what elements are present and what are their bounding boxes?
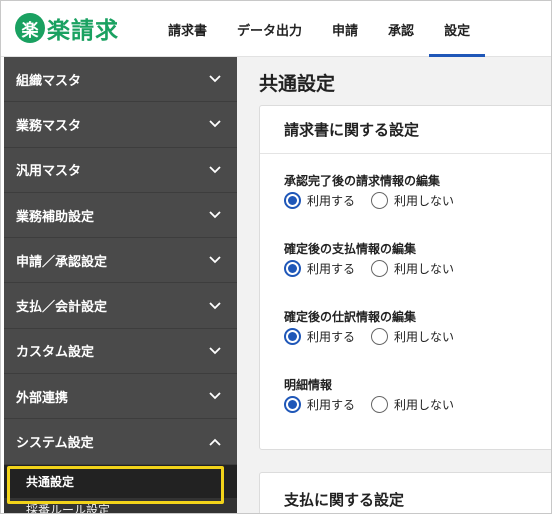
chevron-down-icon	[207, 162, 223, 178]
radio-label: 利用しない	[394, 398, 455, 412]
payment-settings-card: 支払に関する設定	[259, 472, 551, 513]
top-header: 楽 楽請求 請求書 データ出力 申請 承認 設定	[1, 1, 551, 57]
radio-group: 利用する 利用しない	[284, 396, 470, 413]
sidebar-item-business-master[interactable]: 業務マスタ	[4, 102, 237, 148]
sidebar-item-label: カスタム設定	[16, 345, 95, 361]
chevron-down-icon	[207, 343, 223, 359]
sidebar-item-label: 業務マスタ	[16, 118, 82, 134]
nav-application[interactable]: 申請	[317, 1, 373, 57]
nav-data-export[interactable]: データ出力	[222, 1, 317, 57]
setting-label: 明細情報	[284, 378, 333, 392]
setting-label: 確定後の支払情報の編集	[284, 242, 417, 256]
radio-unselected-icon	[371, 328, 389, 345]
radio-not-use[interactable]: 利用しない	[371, 328, 454, 345]
logo-text: 楽請求	[47, 18, 119, 44]
sidebar-item-label: 申請／承認設定	[16, 254, 108, 270]
sidebar-item-org-master[interactable]: 組織マスタ	[4, 57, 237, 103]
sidebar-item-application-approval[interactable]: 申請／承認設定	[4, 238, 237, 284]
chevron-down-icon	[207, 298, 223, 314]
sidebar-item-general-master[interactable]: 汎用マスタ	[4, 148, 237, 193]
sidebar-item-label: システム設定	[16, 436, 94, 452]
setting-edit-after-approval: 承認完了後の請求情報の編集 利用する 利用しない	[284, 172, 470, 209]
sidebar-item-external-integration[interactable]: 外部連携	[4, 374, 237, 420]
setting-label: 確定後の仕訳情報の編集	[284, 310, 417, 324]
radio-unselected-icon	[371, 192, 389, 209]
radio-label: 利用しない	[394, 194, 455, 208]
radio-label: 利用する	[307, 398, 356, 412]
app-logo[interactable]: 楽 楽請求	[15, 12, 119, 44]
radio-not-use[interactable]: 利用しない	[371, 192, 454, 209]
sidebar-item-label: 業務補助設定	[16, 209, 95, 225]
setting-edit-payment-after-confirm: 確定後の支払情報の編集 利用する 利用しない	[284, 240, 470, 277]
radio-not-use[interactable]: 利用しない	[371, 396, 454, 413]
setting-line-item-info: 明細情報 利用する 利用しない	[284, 376, 470, 413]
setting-edit-journal-after-confirm: 確定後の仕訳情報の編集 利用する 利用しない	[284, 308, 470, 345]
sidebar-subitem-common-settings[interactable]: 共通設定	[4, 464, 237, 504]
radio-selected-icon	[284, 192, 301, 209]
radio-use[interactable]: 利用する	[284, 192, 355, 209]
radio-group: 利用する 利用しない	[284, 192, 470, 209]
radio-use[interactable]: 利用する	[284, 396, 355, 413]
radio-label: 利用する	[307, 262, 356, 276]
logo-mark-icon: 楽	[15, 13, 45, 43]
sidebar-subitem-label: 共通設定	[26, 474, 75, 489]
radio-label: 利用する	[307, 194, 356, 208]
chevron-up-icon	[207, 434, 223, 450]
main-content: 共通設定 請求書に関する設定 承認完了後の請求情報の編集 利用する 利用しない	[237, 57, 551, 513]
radio-not-use[interactable]: 利用しない	[371, 260, 454, 277]
sidebar-item-label: 支払／会計設定	[16, 300, 108, 316]
radio-use[interactable]: 利用する	[284, 328, 355, 345]
setting-label: 承認完了後の請求情報の編集	[284, 174, 441, 188]
radio-label: 利用する	[307, 330, 356, 344]
radio-unselected-icon	[371, 260, 389, 277]
radio-group: 利用する 利用しない	[284, 328, 470, 345]
chevron-down-icon	[207, 71, 223, 87]
sidebar-item-system-settings[interactable]: システム設定	[4, 419, 237, 465]
chevron-down-icon	[207, 252, 223, 268]
sidebar-item-payment-accounting[interactable]: 支払／会計設定	[4, 283, 237, 329]
radio-selected-icon	[284, 328, 301, 345]
main-nav: 請求書 データ出力 申請 承認 設定	[153, 1, 486, 57]
chevron-down-icon	[207, 116, 223, 132]
sidebar-item-label: 組織マスタ	[16, 73, 82, 89]
card-title: 請求書に関する設定	[260, 106, 551, 154]
chevron-down-icon	[207, 207, 223, 223]
radio-unselected-icon	[371, 396, 389, 413]
sidebar-item-custom[interactable]: カスタム設定	[4, 329, 237, 375]
card-title: 支払に関する設定	[284, 490, 405, 509]
sidebar-item-label: 外部連携	[16, 390, 69, 406]
radio-label: 利用しない	[394, 262, 455, 276]
invoice-settings-card: 請求書に関する設定 承認完了後の請求情報の編集 利用する 利用しない 確定後の支…	[259, 105, 551, 450]
radio-selected-icon	[284, 260, 301, 277]
sidebar: 組織マスタ 業務マスタ 汎用マスタ 業務補助設定 申請／承認設定 支払／会計設定…	[4, 57, 237, 513]
radio-selected-icon	[284, 396, 301, 413]
radio-group: 利用する 利用しない	[284, 260, 470, 277]
nav-invoices[interactable]: 請求書	[153, 1, 222, 57]
page-title: 共通設定	[259, 73, 336, 95]
sidebar-item-label: 汎用マスタ	[16, 164, 82, 180]
radio-label: 利用しない	[394, 330, 455, 344]
app-window: 楽 楽請求 請求書 データ出力 申請 承認 設定 組織マスタ 業務マスタ 汎用マ…	[0, 0, 552, 514]
chevron-down-icon	[207, 388, 223, 404]
nav-settings[interactable]: 設定	[429, 1, 486, 57]
nav-approval[interactable]: 承認	[373, 1, 429, 57]
radio-use[interactable]: 利用する	[284, 260, 355, 277]
sidebar-item-business-support[interactable]: 業務補助設定	[4, 193, 237, 239]
